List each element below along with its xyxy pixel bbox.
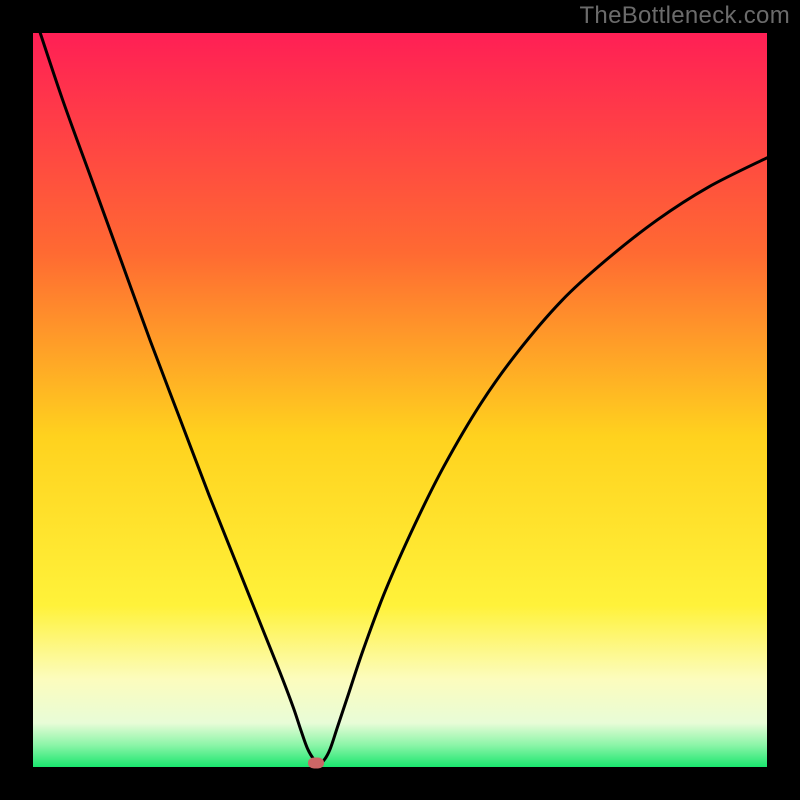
watermark-text: TheBottleneck.com <box>579 2 790 30</box>
plot-svg <box>33 33 767 767</box>
plot-area <box>33 33 767 767</box>
chart-frame: TheBottleneck.com <box>0 0 800 800</box>
gradient-background <box>33 33 767 767</box>
sweet-spot-marker <box>308 758 324 769</box>
